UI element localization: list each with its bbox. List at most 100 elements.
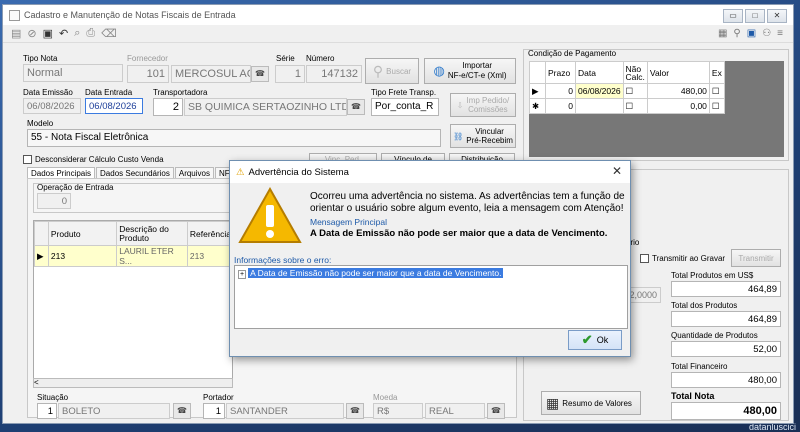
modelo-select[interactable]: 55 - Nota Fiscal Eletrônica — [27, 129, 441, 147]
dialog-titlebar: ⚠ Advertência do Sistema — [230, 161, 630, 183]
maximize-button[interactable]: □ — [745, 9, 765, 23]
transportadora-lookup-icon[interactable]: ☎ — [347, 99, 365, 115]
prazo-cell[interactable]: 0 — [545, 83, 576, 99]
serie-label: Série — [276, 54, 295, 63]
referencia-cell[interactable]: 213 — [186, 245, 235, 267]
situacao-lookup-icon[interactable]: ☎ — [173, 403, 191, 419]
fornecedor-code[interactable]: 101 — [127, 65, 169, 83]
resumo-valores-button[interactable]: ▦ Resumo de Valores — [541, 391, 641, 415]
tipo-nota-select[interactable]: Normal — [23, 64, 123, 82]
table-row[interactable]: ▶ 0 06/08/2026 ☐ 480,00 ☐ — [529, 83, 725, 99]
nao-calc-checkbox[interactable]: ☐ — [622, 98, 648, 114]
items-grid: Produto Descrição do Produto Referência … — [33, 220, 235, 385]
moeda-lookup-icon[interactable]: ☎ — [487, 403, 505, 419]
descricao-cell[interactable]: LAURIL ETER S... — [116, 245, 188, 267]
data-cell[interactable]: 06/08/2026 — [575, 83, 624, 99]
dialog-title: Advertência do Sistema — [248, 166, 349, 178]
new-icon[interactable]: ▤ — [11, 27, 21, 40]
ok-button[interactable]: ✔ Ok — [568, 330, 622, 350]
globe-icon: ◍ — [433, 63, 445, 78]
portador-name[interactable]: SANTANDER — [226, 403, 344, 419]
col-data[interactable]: Data — [575, 61, 624, 84]
data-entrada-label: Data Entrada — [85, 88, 133, 97]
data-emissao-label: Data Emissão — [23, 88, 73, 97]
numero-label: Número — [306, 54, 335, 63]
app-icon — [9, 9, 20, 21]
undo-icon[interactable]: ↶ — [59, 27, 68, 40]
operacao-field[interactable]: 0 — [37, 193, 71, 209]
data-cell[interactable] — [575, 98, 624, 114]
col-prazo[interactable]: Prazo — [545, 61, 576, 84]
dialog-close-icon[interactable]: ✕ — [612, 164, 622, 178]
calc-icon[interactable]: ▦ — [718, 28, 727, 39]
col-valor[interactable]: Valor — [646, 61, 710, 84]
buscar-button[interactable]: ⚲ Buscar — [365, 58, 419, 84]
link-icon: ⛓ — [453, 131, 464, 141]
situacao-name[interactable]: BOLETO — [58, 403, 170, 419]
tipo-frete-select[interactable]: Por_conta_R — [371, 98, 439, 116]
close-window-button[interactable]: ✕ — [767, 9, 787, 23]
tree-item[interactable]: A Data de Emissão não pode ser maior que… — [248, 268, 504, 278]
desconsiderar-checkbox-row[interactable]: Desconsiderar Cálculo Custo Venda — [23, 155, 164, 164]
expand-icon[interactable]: + — [238, 270, 247, 279]
tipo-nota-label: Tipo Nota — [23, 54, 58, 63]
portador-code[interactable]: 1 — [203, 403, 225, 419]
vincular-button[interactable]: ⛓ Vincular Pré-Recebim — [450, 124, 516, 148]
fornecedor-lookup-icon[interactable]: ☎ — [251, 66, 269, 82]
valor-cell[interactable]: 480,00 — [646, 83, 710, 99]
serie-field[interactable]: 1 — [275, 65, 305, 83]
transportadora-name[interactable]: SB QUIMICA SERTAOZINHO LTDA — [184, 98, 347, 116]
horizontal-scrollbar[interactable]: < — [33, 378, 233, 388]
dialog-info-label: Informações sobre o erro: — [234, 255, 332, 265]
warning-small-icon: ⚠ — [236, 166, 245, 178]
window-icon[interactable]: ▣ — [747, 28, 756, 39]
ex-checkbox[interactable]: ☐ — [708, 83, 725, 99]
dialog-message: A Data de Emissão não pode ser maior que… — [310, 228, 608, 239]
col-produto[interactable]: Produto — [47, 221, 118, 246]
col-referencia[interactable]: Referência — [186, 221, 235, 246]
qtd-label: Quantidade de Produtos — [671, 331, 758, 340]
find-icon[interactable]: ⌕ — [74, 27, 80, 40]
user-icon[interactable]: ⚇ — [762, 28, 771, 39]
data-entrada-field[interactable]: 06/08/2026 — [85, 98, 143, 114]
save-icon[interactable]: ▣ — [43, 27, 53, 40]
moeda-code[interactable]: R$ — [373, 403, 423, 419]
menu-icon[interactable]: ≡ — [777, 28, 783, 39]
desconsiderar-checkbox[interactable] — [23, 155, 32, 164]
error-tree[interactable]: + A Data de Emissão não pode ser maior qu… — [234, 265, 628, 329]
transmitir-button[interactable]: Transmitir — [731, 249, 781, 267]
qtd-value: 52,00 — [671, 341, 781, 357]
ex-checkbox[interactable]: ☐ — [708, 98, 725, 114]
search-icon[interactable]: ⚲ — [733, 28, 740, 39]
toolbar-right: ▦ ⚲ ▣ ⚇ ≡ — [718, 28, 783, 39]
col-descricao[interactable]: Descrição do Produto — [116, 221, 188, 246]
fornecedor-name[interactable]: MERCOSUL AGR — [171, 65, 251, 83]
numero-field[interactable]: 147132 — [306, 65, 362, 83]
col-nao-calc[interactable]: Não Calc. — [622, 61, 648, 84]
prazo-cell[interactable]: 0 — [545, 98, 576, 114]
nao-calc-checkbox[interactable]: ☐ — [622, 83, 648, 99]
cancel-icon[interactable]: ⊘ — [27, 27, 36, 40]
transmitir-checkbox[interactable] — [640, 254, 649, 263]
minimize-button[interactable]: ▭ — [723, 9, 743, 23]
table-row[interactable]: ✱ 0 ☐ 0,00 ☐ — [529, 98, 725, 114]
tipo-frete-label: Tipo Frete Transp. — [371, 88, 437, 97]
dialog-text: Ocorreu uma advertência no sistema. As a… — [310, 191, 625, 214]
imp-pedido-button[interactable]: ⇩ Imp Pedido/Comissões — [450, 93, 516, 117]
moeda-name[interactable]: REAL — [425, 403, 485, 419]
portador-lookup-icon[interactable]: ☎ — [346, 403, 364, 419]
operacao-label: Operação de Entrada — [37, 183, 114, 192]
importar-nfe-button[interactable]: ◍ Importar NF-e/CT-e (Xml) — [424, 58, 516, 84]
print-icon[interactable]: ⎙ — [86, 27, 95, 40]
valor-cell[interactable]: 0,00 — [646, 98, 710, 114]
data-emissao-field[interactable]: 06/08/2026 — [23, 98, 81, 114]
transmitir-row[interactable]: Transmitir ao Gravar — [640, 254, 725, 263]
nota-value: 480,00 — [671, 402, 781, 420]
table-row[interactable]: ▶ 213 LAURIL ETER S... 213 — [34, 245, 235, 267]
col-ex[interactable]: Ex — [708, 61, 725, 84]
warning-icon — [238, 187, 302, 243]
clear-icon[interactable]: ⌫ — [101, 27, 117, 40]
transportadora-code[interactable]: 2 — [153, 98, 183, 116]
produto-cell[interactable]: 213 — [47, 245, 118, 267]
situacao-code[interactable]: 1 — [37, 403, 57, 419]
